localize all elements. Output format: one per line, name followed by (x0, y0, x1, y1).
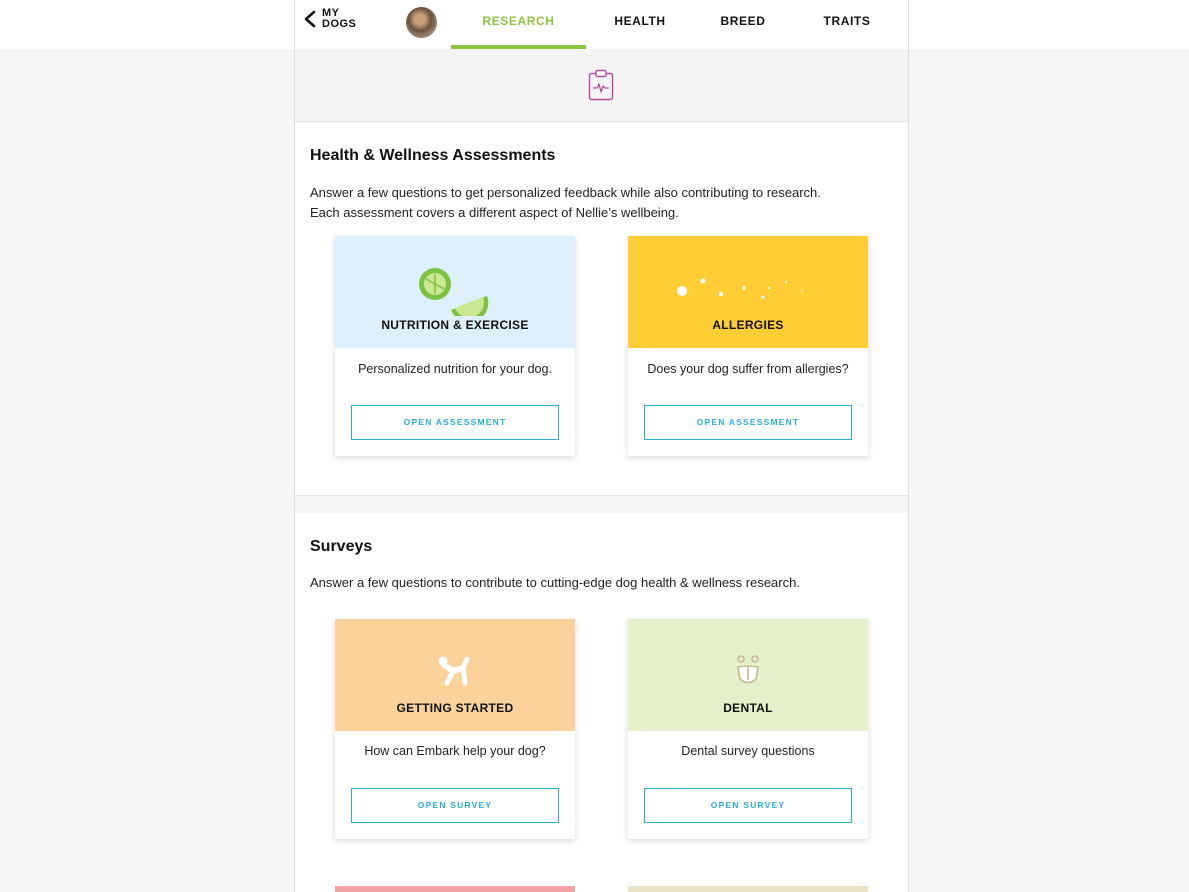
dental-card: DENTAL Dental survey questions OPEN SURV… (628, 619, 868, 839)
open-assessment-button[interactable]: OPEN ASSESSMENT (351, 405, 559, 440)
card-title: ALLERGIES (712, 318, 784, 332)
balloon-dog-icon (438, 656, 470, 686)
back-to-my-dogs-button[interactable]: MY DOGS (303, 8, 362, 30)
card-text: Dental survey questions (681, 744, 815, 758)
card-text: How can Embark help your dog? (364, 744, 546, 758)
dog-avatar[interactable] (406, 7, 437, 38)
next-survey-card-peek (335, 886, 575, 892)
assessments-section: Health & Wellness Assessments Answer a f… (295, 122, 908, 496)
clipboard-heartbeat-icon (588, 69, 614, 101)
open-assessment-button[interactable]: OPEN ASSESSMENT (644, 405, 852, 440)
card-header: GETTING STARTED (335, 619, 575, 731)
card-title: DENTAL (723, 701, 773, 715)
allergies-card: ALLERGIES Does your dog suffer from alle… (628, 236, 868, 456)
assessments-description-line1: Answer a few questions to get personaliz… (310, 185, 821, 200)
card-text: Personalized nutrition for your dog. (358, 362, 552, 376)
tab-breed[interactable]: BREED (693, 0, 793, 49)
navigation-bar: MY DOGS RESEARCH HEALTH BREED TRAITS (295, 0, 908, 49)
back-label: MY DOGS (322, 7, 357, 30)
open-survey-button[interactable]: OPEN SURVEY (351, 788, 559, 823)
card-title: GETTING STARTED (396, 701, 514, 715)
getting-started-card: GETTING STARTED How can Embark help your… (335, 619, 575, 839)
research-header (295, 49, 908, 122)
assessments-title: Health & Wellness Assessments (310, 147, 556, 164)
section-divider (295, 497, 908, 513)
chevron-left-icon (304, 10, 316, 28)
tab-research[interactable]: RESEARCH (451, 0, 586, 49)
pollen-dots-icon (677, 278, 803, 299)
dog-teeth-icon (737, 655, 759, 684)
surveys-section: Surveys Answer a few questions to contri… (295, 513, 908, 892)
nutrition-exercise-card: NUTRITION & EXERCISE Personalized nutrit… (335, 236, 575, 456)
card-header: DENTAL (628, 619, 868, 731)
card-title: NUTRITION & EXERCISE (381, 318, 529, 332)
card-text: Does your dog suffer from allergies? (647, 362, 849, 376)
card-header: ALLERGIES (628, 236, 868, 348)
lime-slices-icon (419, 268, 489, 316)
tab-traits[interactable]: TRAITS (795, 0, 899, 49)
tab-health[interactable]: HEALTH (585, 0, 695, 49)
assessments-description-line2: Each assessment covers a different aspec… (310, 205, 679, 220)
surveys-description: Answer a few questions to contribute to … (310, 575, 800, 590)
card-header: NUTRITION & EXERCISE (335, 236, 575, 348)
open-survey-button[interactable]: OPEN SURVEY (644, 788, 852, 823)
next-survey-card-peek (628, 886, 868, 892)
surveys-title: Surveys (310, 538, 373, 555)
